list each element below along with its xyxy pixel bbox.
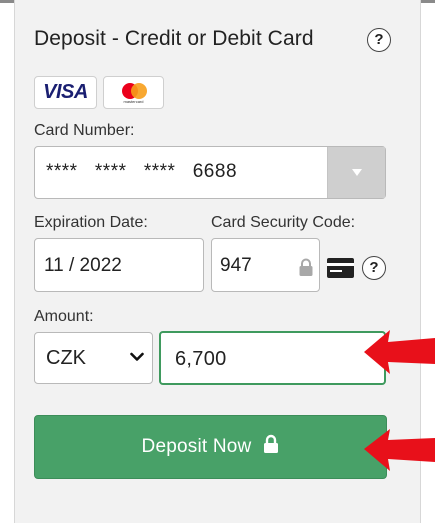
red-arrow-amount: [364, 330, 435, 374]
currency-select[interactable]: CZK: [34, 332, 153, 384]
security-code-input[interactable]: 947: [211, 238, 320, 292]
credit-card-icon[interactable]: [326, 256, 356, 280]
triangle-down-icon: [352, 169, 362, 176]
amount-input[interactable]: 6,700: [159, 331, 386, 385]
amount-label: Amount:: [34, 308, 94, 325]
card-dropdown-button[interactable]: [327, 147, 385, 198]
security-code-help-icon[interactable]: ?: [362, 256, 386, 280]
expiration-date-input[interactable]: 11 / 2022: [34, 238, 204, 292]
chevron-down-icon: [130, 352, 144, 361]
deposit-now-button[interactable]: Deposit Now: [34, 415, 387, 479]
currency-value: CZK: [46, 347, 86, 369]
amount-value: 6,700: [175, 348, 227, 370]
visa-logo: VISA: [34, 76, 97, 109]
page-title: Deposit - Credit or Debit Card: [34, 27, 314, 50]
card-number-label: Card Number:: [34, 122, 135, 139]
visa-logo-text: VISA: [43, 81, 88, 103]
lock-icon: [299, 258, 313, 276]
lock-icon: [264, 434, 279, 453]
expiration-date-value: 11 / 2022: [44, 255, 122, 276]
card-number-select[interactable]: **** **** **** 6688: [34, 146, 386, 199]
security-code-label: Card Security Code:: [211, 214, 356, 231]
card-number-value: **** **** **** 6688: [46, 161, 238, 182]
expiration-date-label: Expiration Date:: [34, 214, 148, 231]
help-icon[interactable]: ?: [367, 28, 391, 52]
security-code-value: 947: [220, 255, 252, 276]
deposit-now-label: Deposit Now: [141, 436, 252, 457]
mastercard-logo: mastercard: [103, 76, 164, 109]
red-arrow-deposit: [364, 429, 435, 471]
mastercard-logo-text: mastercard: [123, 99, 144, 104]
